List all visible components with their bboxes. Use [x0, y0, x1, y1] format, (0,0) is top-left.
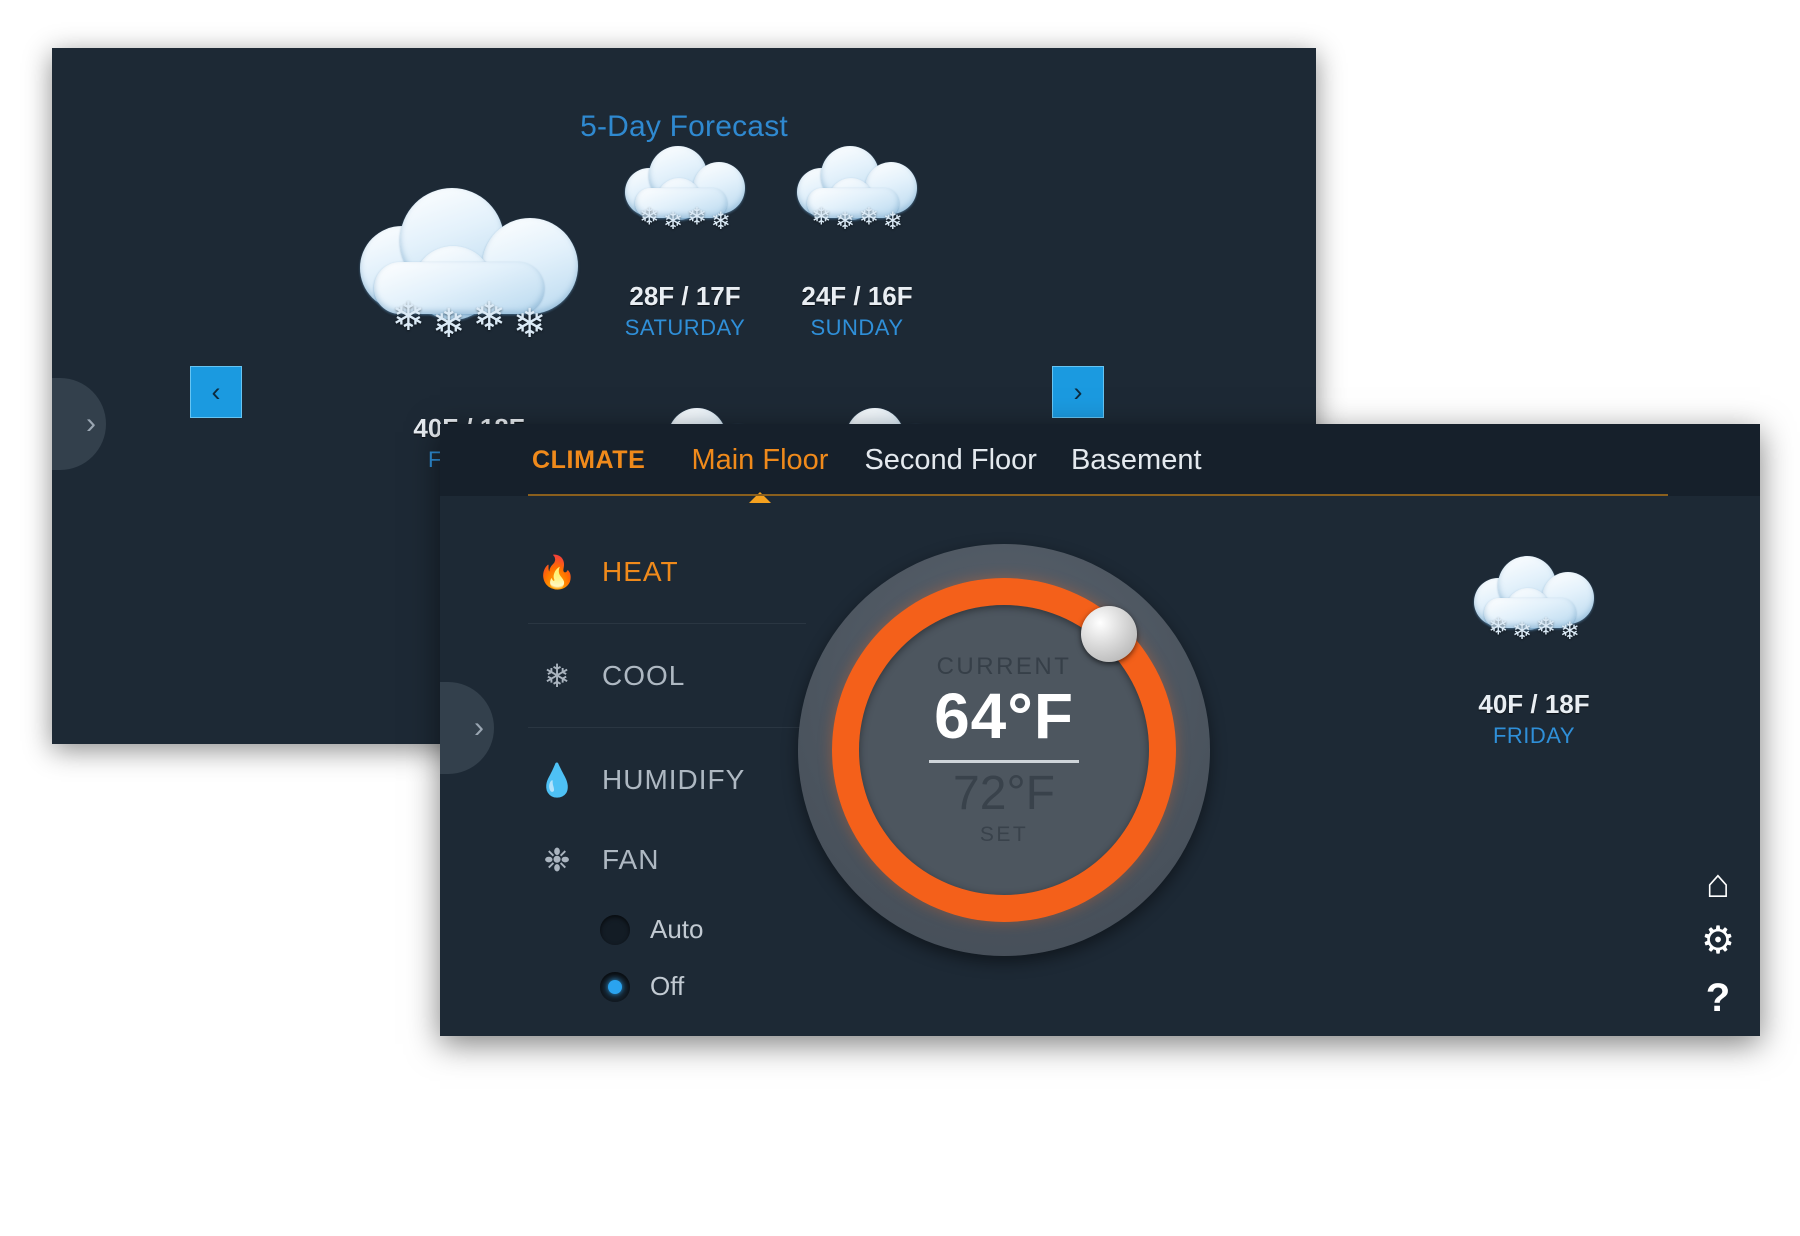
weather-temp: 40F / 18F [1478, 689, 1590, 719]
forecast-temp: 24F / 16F [801, 281, 913, 311]
thermostat-dial[interactable]: CURRENT 64°F 72°F SET [798, 544, 1210, 956]
radio-off[interactable] [600, 971, 630, 1002]
dial-handle[interactable] [1081, 606, 1137, 662]
tab-second-floor[interactable]: Second Floor [864, 444, 1037, 477]
temp-divider [929, 759, 1079, 763]
forecast-card[interactable]: ❄ ❄ ❄ ❄ 24F / 16F SUNDAY [762, 144, 952, 341]
set-label: SET [979, 823, 1029, 847]
mode-label: COOL [602, 659, 686, 691]
help-icon[interactable]: ? [1696, 978, 1740, 1018]
fan-option-auto[interactable]: Auto [600, 914, 828, 945]
mode-label: HUMIDIFY [602, 764, 746, 795]
forecast-card[interactable]: ❄ ❄ ❄ ❄ 28F / 17F SATURDAY [580, 144, 790, 341]
forecast-next-button[interactable]: › [1052, 366, 1104, 418]
climate-drawer-tab[interactable]: › [440, 682, 494, 774]
mode-label: HEAT [602, 555, 679, 587]
climate-weather-widget[interactable]: ❄ ❄ ❄ ❄ 40F / 18F FRIDAY [1434, 554, 1634, 749]
forecast-temp: 28F / 17F [629, 281, 741, 311]
mode-cool[interactable]: ❄ COOL [528, 624, 806, 728]
mode-heat[interactable]: 🔥 HEAT [528, 520, 806, 624]
right-rail: ⌂ ⚙ ? [1696, 864, 1740, 1018]
snowflake-icon: ❄ [543, 657, 571, 694]
radio-auto-label: Auto [650, 914, 704, 944]
forecast-day: SUNDAY [810, 315, 904, 340]
fan-header[interactable]: ❉ FAN [528, 832, 828, 888]
forecast-prev-button[interactable]: ‹ [190, 366, 242, 418]
chevron-right-icon: › [86, 407, 96, 440]
screenshot-root: 5-Day Forecast › ‹ › ❄ ❄ ❄ ❄ 40F ❄ ❄ ❄ ❄… [0, 0, 1800, 1236]
flame-icon: 🔥 [537, 553, 577, 590]
radio-auto[interactable] [600, 914, 630, 945]
forecast-drawer-tab[interactable]: › [52, 378, 106, 470]
dial-readout: CURRENT 64°F 72°F SET [798, 544, 1210, 956]
mode-humidify[interactable]: 💧 HUMIDIFY [528, 728, 806, 832]
forecast-day: SATURDAY [624, 315, 746, 340]
chevron-left-icon: ‹ [211, 376, 221, 407]
current-label: CURRENT [936, 652, 1072, 680]
snow-cloud-icon: ❄ ❄ ❄ ❄ [354, 184, 584, 384]
current-temperature: 64°F [934, 679, 1074, 752]
snow-cloud-icon: ❄ ❄ ❄ ❄ [795, 144, 919, 256]
climate-window: › CLIMATE Main Floor Second Floor Baseme… [440, 424, 1760, 1036]
fan-icon: ❉ [543, 842, 571, 878]
chevron-right-icon: › [1073, 376, 1083, 407]
fan-label: FAN [602, 844, 660, 875]
mode-list: 🔥 HEAT ❄ COOL 💧 HUMIDIFY [528, 520, 806, 832]
gear-icon[interactable]: ⚙ [1696, 922, 1740, 960]
tab-basement[interactable]: Basement [1071, 444, 1202, 477]
snow-cloud-icon: ❄ ❄ ❄ ❄ [623, 144, 747, 256]
snow-cloud-icon: ❄ ❄ ❄ ❄ [1472, 554, 1596, 666]
fan-option-off[interactable]: Off [600, 971, 828, 1002]
climate-tabbar: CLIMATE Main Floor Second Floor Basement [440, 424, 1760, 496]
set-temperature: 72°F [953, 766, 1055, 820]
forecast-title: 5-Day Forecast [580, 110, 788, 143]
fan-block: ❉ FAN Auto Off [528, 832, 828, 1002]
droplet-icon: 💧 [537, 762, 577, 798]
chevron-right-icon: › [474, 711, 484, 744]
tab-climate-section[interactable]: CLIMATE [532, 446, 645, 475]
radio-off-label: Off [650, 971, 685, 1001]
tab-underline [528, 494, 1668, 496]
tab-main-floor[interactable]: Main Floor [691, 444, 828, 477]
weather-day: FRIDAY [1492, 723, 1576, 748]
home-icon[interactable]: ⌂ [1696, 864, 1740, 904]
